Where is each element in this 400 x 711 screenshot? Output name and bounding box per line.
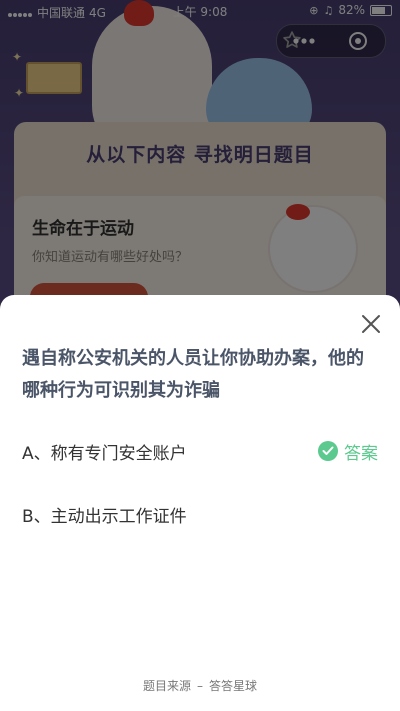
answer-badge: 答案	[318, 433, 378, 469]
source-name[interactable]: 答答星球	[209, 679, 257, 693]
check-circle-icon	[318, 441, 338, 461]
source-prefix: 题目来源	[142, 679, 191, 693]
question-source: 题目来源 – 答答星球	[0, 677, 400, 694]
option-a[interactable]: A、称有专门安全账户 答案	[22, 433, 378, 469]
question-sheet: 遇自称公安机关的人员让你协助办案，他的哪种行为可识别其为诈骗 A、称有专门安全账…	[0, 295, 400, 711]
close-sheet-button[interactable]	[358, 311, 384, 337]
question-text: 遇自称公安机关的人员让你协助办案，他的哪种行为可识别其为诈骗	[22, 348, 364, 401]
answer-label: 答案	[344, 443, 378, 464]
source-dash: –	[197, 679, 203, 693]
option-a-label: A、称有专门安全账户	[22, 443, 187, 464]
close-icon	[362, 315, 380, 333]
option-b-label: B、主动出示工作证件	[22, 506, 187, 527]
option-b[interactable]: B、主动出示工作证件	[22, 496, 378, 532]
